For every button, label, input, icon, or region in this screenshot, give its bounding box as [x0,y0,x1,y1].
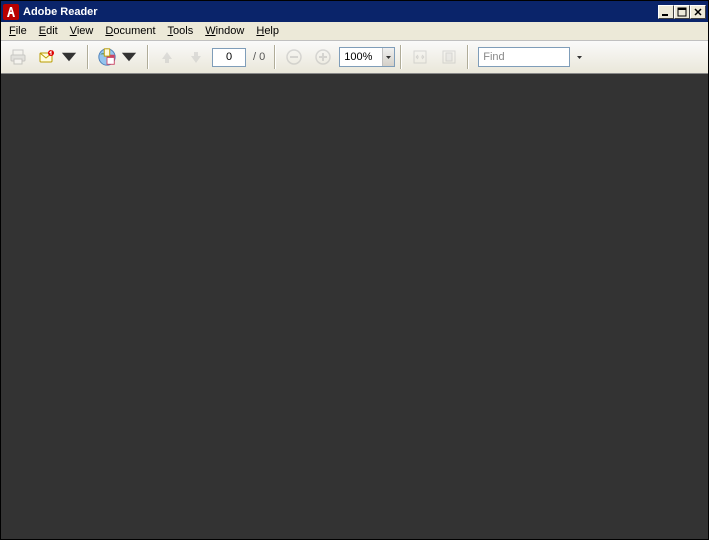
fit-width-icon [410,47,430,67]
menu-bar: File Edit View Document Tools Window Hel… [1,22,708,41]
fit-page-icon [439,47,459,67]
menu-file[interactable]: File [3,23,33,39]
minus-icon [284,47,304,67]
fit-width-button[interactable] [407,44,433,70]
toolbar-separator [87,45,89,69]
arrow-up-icon [157,47,177,67]
print-button[interactable] [5,44,31,70]
zoom-dropdown-button[interactable] [382,48,394,66]
zoom-input[interactable] [340,51,382,63]
create-pdf-button[interactable] [94,44,142,70]
find-input[interactable] [479,51,569,63]
menu-view[interactable]: View [64,23,100,39]
chevron-down-icon [59,47,79,67]
page-number-input[interactable] [212,48,246,67]
minimize-button[interactable] [658,5,674,19]
zoom-combo[interactable] [339,47,395,67]
menu-document[interactable]: Document [99,23,161,39]
find-dropdown-button[interactable] [573,47,586,67]
app-window: Adobe Reader File Edit View Document Too… [0,0,709,540]
zoom-in-button[interactable] [310,44,336,70]
menu-help[interactable]: Help [250,23,285,39]
email-button[interactable] [34,44,82,70]
prev-page-button[interactable] [154,44,180,70]
window-controls [658,5,706,19]
fit-page-button[interactable] [436,44,462,70]
chevron-down-icon [576,54,583,61]
toolbar: / 0 [1,41,708,74]
chevron-down-icon [119,47,139,67]
app-icon [3,4,19,20]
document-area [1,78,708,539]
email-icon [37,47,57,67]
menu-window[interactable]: Window [199,23,250,39]
find-field[interactable] [478,47,570,67]
create-pdf-icon [97,47,117,67]
toolbar-separator [467,45,469,69]
toolbar-separator [147,45,149,69]
title-bar: Adobe Reader [1,1,708,22]
plus-icon [313,47,333,67]
arrow-down-icon [186,47,206,67]
window-title: Adobe Reader [23,6,658,18]
menu-tools[interactable]: Tools [162,23,200,39]
toolbar-separator [400,45,402,69]
chevron-down-icon [385,54,392,61]
next-page-button[interactable] [183,44,209,70]
maximize-button[interactable] [674,5,690,19]
zoom-out-button[interactable] [281,44,307,70]
print-icon [8,47,28,67]
toolbar-separator [274,45,276,69]
close-button[interactable] [690,5,706,19]
menu-edit[interactable]: Edit [33,23,64,39]
page-total-label: / 0 [249,51,269,63]
